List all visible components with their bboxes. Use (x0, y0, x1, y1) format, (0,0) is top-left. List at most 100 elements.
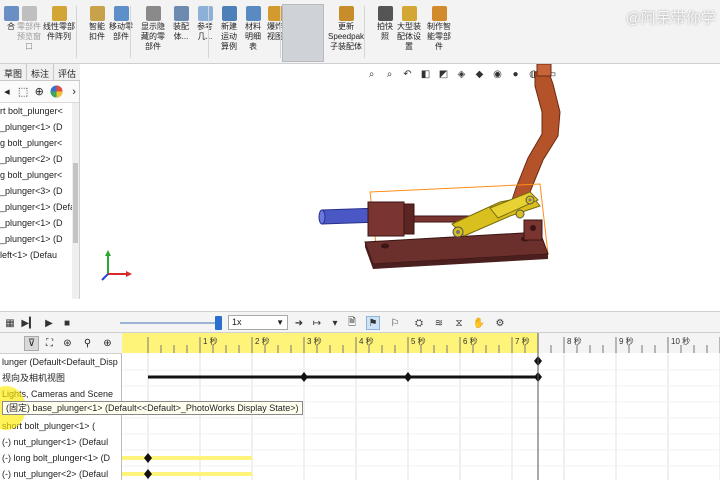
command-tab[interactable]: 标注 (27, 64, 55, 81)
tree-item[interactable]: _plunger<1> (D (0, 215, 79, 231)
ruler-second-label: 8 秒 (567, 336, 582, 346)
playback-loop-icon[interactable]: ↦ (310, 316, 324, 330)
pivot-bracket[interactable] (523, 219, 543, 241)
timeline-key-point (144, 469, 152, 479)
ribbon-button-label: 新建 运动 算例 (221, 22, 237, 51)
tree-scroll-thumb[interactable] (73, 163, 78, 243)
filter-selected-icon[interactable]: ⊛ (60, 336, 75, 351)
save-animation-icon[interactable]: ▾ (328, 316, 342, 330)
tree-item[interactable]: _plunger<1> (D (0, 119, 79, 135)
show-hidden-icon (145, 6, 161, 21)
config-manager-icon[interactable]: ⬚ (18, 85, 28, 99)
play-from-start-icon[interactable]: ▶▎ (21, 316, 36, 330)
playback-speed-select[interactable]: 1x ▼ (228, 315, 288, 330)
ribbon-button-label: 显示隐 藏的零 部件 (141, 22, 165, 51)
expand-panel-icon[interactable]: › (69, 85, 79, 99)
graphics-viewport[interactable]: ⌕ ⌕ ↶ ◧ ◩ ◈ ◆ ◉ ● ◍ ▭ (80, 64, 720, 311)
tree-item[interactable]: g bolt_plunger< (0, 135, 79, 151)
ribbon-button-label: 智能 扣件 (89, 22, 105, 41)
display-manager-icon[interactable] (50, 85, 63, 99)
command-tab[interactable]: 评估 (54, 64, 82, 81)
ribbon-button-label: 制作智 能零部 件 (427, 22, 451, 51)
playback-mode-icon[interactable]: ➜ (292, 316, 306, 330)
feature-tree: rt bolt_plunger< _plunger<1> (D g bolt_plu… (0, 103, 79, 263)
contact-icon[interactable]: ✋ (472, 316, 486, 330)
filter-animated-icon[interactable]: ⊽ (24, 336, 39, 351)
ruler-second-label: 5 秒 (411, 336, 426, 346)
zoom-timeline-icon[interactable]: ⊕ (100, 336, 115, 351)
playback-slider-thumb[interactable] (215, 316, 222, 330)
linear-pattern-button[interactable]: 线性零部 件阵列 (42, 6, 76, 42)
component-tooltip: (固定) base_plunger<1> (Default<<Default>_… (2, 401, 303, 415)
assembly-model[interactable] (80, 64, 720, 311)
stop-icon[interactable]: ■ (60, 316, 74, 330)
base-plate[interactable] (364, 231, 549, 269)
tree-item[interactable]: _plunger<3> (D (0, 183, 79, 199)
autokey-icon[interactable]: ⚑ (366, 316, 380, 330)
animation-wizard-icon[interactable]: 🗎 (345, 316, 359, 330)
handle-bracket[interactable] (507, 64, 561, 213)
ribbon-separator (130, 6, 131, 58)
ribbon-separator (76, 6, 77, 58)
tree-item[interactable]: left<1> (Defau (0, 247, 79, 263)
command-tab[interactable]: 草图 (0, 64, 28, 81)
tree-item[interactable]: _plunger<2> (D (0, 151, 79, 167)
ruler-second-label: 10 秒 (671, 336, 690, 346)
speedpak-button[interactable]: 更新 Speedpak 子装配体 (326, 6, 366, 52)
move-component-icon (113, 6, 129, 21)
smart-fastener-icon (89, 6, 105, 21)
tree-scrollbar[interactable] (72, 103, 79, 299)
damper-icon[interactable]: ⧖ (452, 316, 466, 330)
ribbon-separator (280, 6, 281, 58)
move-component-button[interactable]: 移动零 部件 (104, 6, 138, 42)
sidebar-toggle-icon[interactable]: ◂ (2, 85, 12, 99)
timeline-row-label[interactable]: (-) nut_plunger<2> (Defaul (0, 466, 122, 480)
ribbon-button-label: 零部件 预览窗 口 (17, 22, 41, 51)
reference-geometry-icon (197, 6, 213, 21)
preview-window-icon (21, 6, 37, 21)
timeline-key-point (404, 372, 412, 382)
speedpak-icon (338, 6, 354, 21)
add-update-key-icon[interactable]: ⚐ (388, 316, 402, 330)
playback-speed-value: 1x (232, 317, 242, 327)
timeline-row-label[interactable]: 视向及相机视图 (0, 370, 122, 386)
large-assembly-button[interactable]: 大型装 配体设 置 (392, 6, 426, 52)
filter-driving-icon[interactable]: ⛶ (42, 336, 57, 351)
tree-item[interactable]: _plunger<1> (D (0, 231, 79, 247)
ruler-second-label: 6 秒 (463, 336, 478, 346)
filter-results-icon[interactable]: ⚲ (80, 336, 95, 351)
playback-slider-track[interactable] (120, 322, 220, 324)
linear-pattern-icon (51, 6, 67, 21)
play-icon[interactable]: ▶ (42, 316, 56, 330)
smart-component-icon (431, 6, 447, 21)
calculate-icon[interactable]: ▦ (3, 316, 17, 330)
timeline-row-label[interactable]: lunger (Default<Default_Disp (0, 354, 122, 370)
motion-study-properties-icon[interactable]: ⚙ (493, 316, 507, 330)
tree-item[interactable]: g bolt_plunger< (0, 167, 79, 183)
ribbon-separator (208, 6, 209, 58)
ruler-second-label: 2 秒 (255, 336, 270, 346)
ribbon-button-label: 参考 几... (197, 22, 213, 41)
dimxpert-icon[interactable]: ⊕ (34, 85, 44, 99)
timeline-row-label[interactable]: (-) long bolt_plunger<1> (D (0, 450, 122, 466)
ruler-second-label: 4 秒 (359, 336, 374, 346)
timeline-key-point (300, 372, 308, 382)
motor-icon[interactable]: ⛭ (412, 316, 426, 330)
smart-component-button[interactable]: 制作智 能零部 件 (422, 6, 456, 52)
ruler-second-label: 7 秒 (515, 336, 530, 346)
ribbon-button-label: 拍快 照 (377, 22, 393, 41)
new-motion-study-icon (221, 6, 237, 21)
ribbon-button-label: 更新 Speedpak 子装配体 (327, 22, 365, 51)
spring-icon[interactable]: ≋ (432, 316, 446, 330)
ruler-second-label: 3 秒 (307, 336, 322, 346)
ruler-second-label: 1 秒 (203, 336, 218, 346)
tree-item[interactable]: rt bolt_plunger< (0, 103, 79, 119)
tree-item[interactable]: _plunger<1> (Defau (0, 199, 79, 215)
timeline-row-label[interactable]: (-) nut_plunger<1> (Defaul (0, 434, 122, 450)
feature-manager-panel: ◂ ⬚ ⊕ › rt bolt_plunger< _plunger<1> (D g … (0, 81, 80, 299)
command-manager-ribbon: 合零部件 预览窗 口线性零部 件阵列 智能 扣件 移动零 部件 显示隐 藏的零 部件装… (0, 0, 720, 64)
watermark-text: @阿呆带你学 (625, 10, 716, 27)
assembly-features-icon (173, 6, 189, 21)
timeline-key-point (144, 453, 152, 463)
preview-window-button[interactable]: 零部件 预览窗 口 (12, 6, 46, 52)
